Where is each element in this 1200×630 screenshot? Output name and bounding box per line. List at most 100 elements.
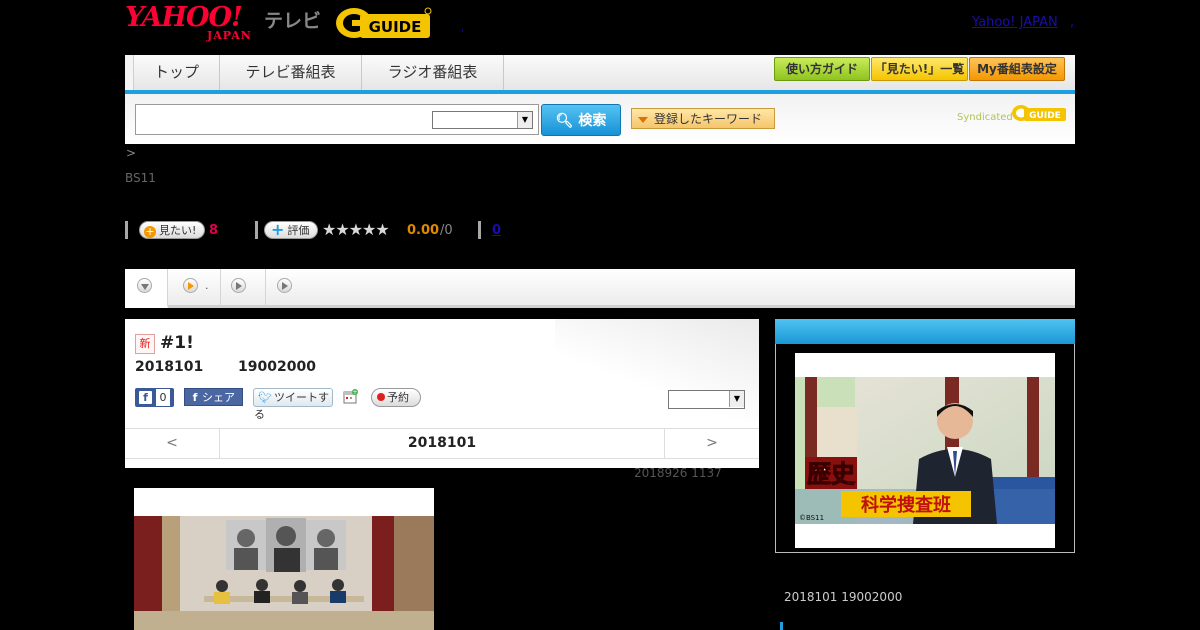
subtab-4[interactable] xyxy=(266,269,310,305)
tab-radio-schedule-label: ラジオ番組表 xyxy=(387,63,478,81)
tv-logo-text[interactable]: テレビ xyxy=(264,6,321,33)
guide-button-label: 使い方ガイド xyxy=(785,62,858,76)
sidebar-section-marker xyxy=(780,622,783,630)
program-still-image xyxy=(134,488,434,630)
sub-tabs: . xyxy=(125,269,1075,308)
nav-edge xyxy=(125,55,134,90)
subtab-2[interactable]: . xyxy=(168,269,221,305)
review-count-link[interactable]: 0 xyxy=(492,223,501,238)
gguide-small-logo-icon: GUIDE xyxy=(1012,105,1066,121)
yahoo-japan-link[interactable]: Yahoo! JAPAN xyxy=(972,15,1058,30)
sidebar-box: 歴史 科学捜査班 ©BS11 xyxy=(775,344,1075,553)
program-time: 19002000 xyxy=(238,359,316,375)
sidebar-date-time: 2018101 19002000 xyxy=(784,590,903,604)
play-circle-icon xyxy=(277,278,292,293)
channel-name: BS11 xyxy=(125,171,156,185)
gguide-small-logo-text: GUIDE xyxy=(1029,111,1061,121)
header-separator: , xyxy=(461,23,465,34)
program-action-select[interactable]: ▼ xyxy=(668,390,745,409)
gguide-logo[interactable]: GUIDE xyxy=(334,6,434,44)
japan-logo-text: JAPAN xyxy=(207,29,252,42)
pager-date: 2018101 xyxy=(407,435,477,451)
breadcrumb[interactable]: > xyxy=(126,146,136,160)
syndicated-gguide-logo: GUIDE xyxy=(1011,102,1067,126)
saved-keywords-button[interactable]: 登録したキーワード xyxy=(631,108,775,129)
previous-button[interactable]: < xyxy=(125,429,220,458)
facebook-like-count: 0 xyxy=(156,389,170,406)
play-circle-icon xyxy=(231,278,246,293)
program-title: #1! xyxy=(160,333,194,353)
rate-button-label: 評価 xyxy=(287,224,310,237)
facebook-like-button[interactable]: f0 xyxy=(135,388,174,407)
subtab-3[interactable] xyxy=(221,269,266,305)
facebook-share-label: シェア xyxy=(202,391,235,404)
plus-icon: + xyxy=(271,220,285,239)
chevron-down-circle-icon xyxy=(137,278,152,293)
facebook-icon: f xyxy=(192,391,198,404)
my-schedule-button[interactable]: My番組表設定 xyxy=(969,57,1065,81)
facebook-share-button[interactable]: f シェア xyxy=(184,388,243,406)
saved-keywords-label: 登録したキーワード xyxy=(654,112,763,126)
updated-timestamp: 2018926 1137 xyxy=(634,466,722,480)
program-date: 2018101 xyxy=(135,359,204,375)
search-icon: 🔍︎ xyxy=(555,113,574,129)
rating-score: 0.00 xyxy=(407,223,440,238)
program-key-visual: 歴史 科学捜査班 ©BS11 xyxy=(795,377,1055,524)
chevron-down-icon: ▼ xyxy=(517,112,532,128)
star-rating-icon: ★★★★★ xyxy=(322,220,390,239)
studio-scene-image xyxy=(134,488,434,630)
search-button-label: 検索 xyxy=(578,113,607,129)
sidebar-image-frame: 歴史 科学捜査班 ©BS11 xyxy=(795,353,1055,548)
guide-button[interactable]: 使い方ガイド xyxy=(774,57,870,81)
program-logo-subtitle: 科学捜査班 xyxy=(861,494,951,516)
sidebar-header xyxy=(775,319,1075,344)
tab-top-label: トップ xyxy=(153,63,199,81)
next-button[interactable]: > xyxy=(664,429,759,458)
tab-radio-schedule[interactable]: ラジオ番組表 xyxy=(362,55,504,90)
syndicated-label: Syndicated xyxy=(957,112,1013,123)
twitter-bird-icon: 🐦︎ xyxy=(258,391,272,404)
yahoo-logo-text: YAHOO! xyxy=(125,2,243,33)
reserve-button[interactable]: 予約 xyxy=(371,388,421,407)
subtab-program[interactable] xyxy=(125,269,168,308)
gguide-logo-icon: GUIDE xyxy=(336,7,432,38)
want-list-button-label: 「見たい!」一覧 xyxy=(874,62,965,76)
divider xyxy=(255,221,258,239)
tab-top[interactable]: トップ xyxy=(134,55,220,90)
program-thumbnail[interactable]: 歴史 科学捜査班 ©BS11 xyxy=(795,377,1055,524)
chevron-down-icon: ▼ xyxy=(729,391,744,407)
svg-text:+: + xyxy=(352,389,357,396)
tab-tv-schedule-label: テレビ番組表 xyxy=(245,63,336,81)
image-credit: ©BS11 xyxy=(799,514,824,522)
reserve-button-label: 予約 xyxy=(387,391,409,404)
main-nav: トップ テレビ番組表 ラジオ番組表 使い方ガイド 「見たい!」一覧 My番組表設… xyxy=(125,55,1075,94)
new-badge: 新 xyxy=(135,334,155,354)
record-dot-icon xyxy=(377,393,385,401)
want-button-label: 見たい! xyxy=(159,224,197,237)
rate-button[interactable]: + 評価 xyxy=(264,221,318,239)
play-circle-icon xyxy=(183,278,198,293)
program-logo-title: 歴史 xyxy=(807,459,856,488)
search-category-select[interactable]: ▼ xyxy=(432,111,533,129)
want-count: 8 xyxy=(209,223,219,238)
program-panel: 新 #1! 2018101 19002000 f0 f シェア 🐦︎ ツイートする … xyxy=(125,319,759,468)
facebook-icon: f xyxy=(139,391,152,404)
tab-tv-schedule[interactable]: テレビ番組表 xyxy=(220,55,362,90)
divider xyxy=(478,221,481,239)
tweet-button[interactable]: 🐦︎ ツイートする xyxy=(253,388,333,421)
want-button[interactable]: + 見たい! xyxy=(139,221,205,239)
header-link-separator: , xyxy=(1070,15,1075,30)
rating-count: /0 xyxy=(440,223,453,238)
search-button[interactable]: 🔍︎ 検索 xyxy=(541,104,621,136)
yahoo-logo[interactable]: YAHOO! JAPAN xyxy=(125,2,251,44)
panel-decoration xyxy=(555,319,759,429)
want-list-button[interactable]: 「見たい!」一覧 xyxy=(871,57,968,81)
calendar-add-icon[interactable]: + xyxy=(343,389,358,404)
divider xyxy=(125,221,128,239)
date-pager: < 2018101 > xyxy=(125,428,759,459)
subtab-2-label: . xyxy=(205,279,209,292)
plus-icon: + xyxy=(144,225,156,238)
my-schedule-button-label: My番組表設定 xyxy=(977,62,1057,76)
gguide-logo-text: GUIDE xyxy=(369,18,422,36)
triangle-down-icon xyxy=(638,116,648,123)
